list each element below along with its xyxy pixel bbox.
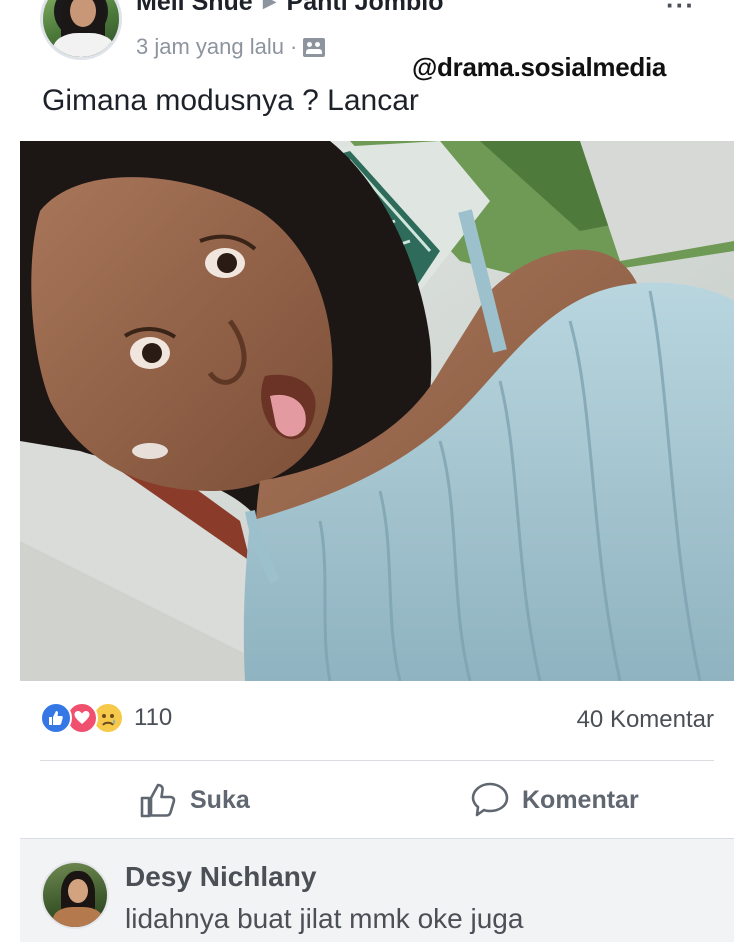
like-button[interactable]: Suka	[138, 778, 250, 822]
author-avatar[interactable]	[40, 0, 122, 60]
commenter-avatar[interactable]	[41, 861, 109, 929]
thumbs-up-icon	[140, 783, 176, 818]
watermark: @drama.sosialmedia	[412, 52, 667, 82]
like-label: Suka	[190, 785, 250, 814]
comment-label: Komentar	[522, 785, 639, 814]
post-title: Meli Shue ▶ Panti Jomblo	[136, 0, 444, 17]
post-time[interactable]: 3 jam yang lalu	[136, 34, 284, 60]
reactions-summary[interactable]: 110	[40, 702, 172, 734]
top-comment: Desy Nichlany lidahnya buat jilat mmk ok…	[20, 838, 734, 942]
comment-bubble-icon	[471, 782, 509, 817]
group-name[interactable]: Panti Jomblo	[287, 0, 444, 16]
divider	[40, 760, 714, 761]
author-name[interactable]: Meli Shue	[136, 0, 253, 16]
commenter-name[interactable]: Desy Nichlany	[125, 861, 316, 893]
reaction-count: 110	[134, 704, 173, 731]
comment-text: lidahnya buat jilat mmk oke juga	[125, 903, 524, 934]
more-options-icon[interactable]: ···	[666, 0, 695, 21]
group-icon	[303, 37, 326, 57]
post-caption: Gimana modusnya ? Lancar	[42, 84, 419, 117]
post-meta: 3 jam yang lalu ·	[136, 34, 326, 60]
post-photo[interactable]	[20, 141, 734, 681]
comment-button[interactable]: Komentar	[470, 778, 639, 822]
separator-dot: ·	[289, 34, 298, 59]
like-icon	[40, 702, 72, 734]
arrow-right-icon: ▶	[262, 0, 277, 11]
comment-count[interactable]: 40 Komentar	[577, 706, 714, 734]
